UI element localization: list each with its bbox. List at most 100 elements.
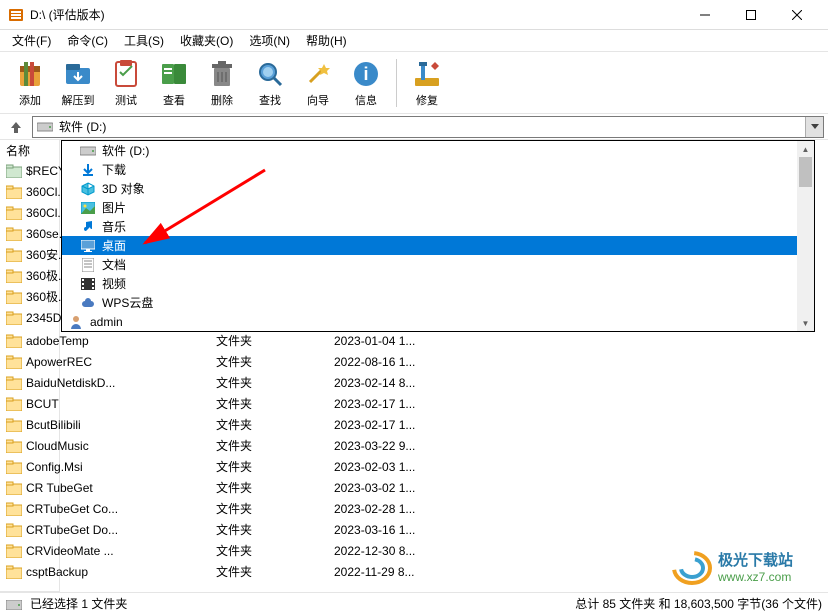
watermark-url: www.xz7.com [717, 570, 791, 584]
minimize-button[interactable] [682, 0, 728, 30]
find-label: 查找 [259, 92, 281, 108]
test-label: 测试 [115, 92, 137, 108]
dropdown-item-music[interactable]: 音乐 [62, 217, 814, 236]
info-icon: i [350, 58, 382, 90]
folder-icon [6, 227, 22, 241]
combo-arrow-icon[interactable] [805, 117, 823, 137]
repair-button[interactable]: 修复 [403, 56, 451, 110]
add-icon [14, 58, 46, 90]
dropdown-item-drive[interactable]: 软件 (D:) [62, 141, 814, 160]
add-button[interactable]: 添加 [6, 56, 54, 110]
menu-options[interactable]: 选项(N) [241, 30, 298, 51]
svg-text:i: i [363, 64, 368, 84]
wizard-icon [302, 58, 334, 90]
file-table: adobeTemp文件夹2023-01-04 1... ApowerREC文件夹… [0, 330, 828, 582]
folder-icon [6, 290, 22, 304]
download-icon [80, 162, 96, 178]
folder-icon [6, 418, 22, 432]
table-row[interactable]: CloudMusic文件夹2023-03-22 9... [0, 435, 828, 456]
delete-button[interactable]: 删除 [198, 56, 246, 110]
table-row[interactable]: CRTubeGet Co...文件夹2023-02-28 1... [0, 498, 828, 519]
folder-icon [6, 355, 22, 369]
scroll-down-icon[interactable]: ▼ [797, 315, 814, 331]
folder-icon [6, 565, 22, 579]
wizard-button[interactable]: 向导 [294, 56, 342, 110]
app-icon [8, 7, 24, 23]
documents-icon [80, 257, 96, 273]
folder-icon [6, 502, 22, 516]
dropdown-item-pictures[interactable]: 图片 [62, 198, 814, 217]
videos-icon [80, 276, 96, 292]
folder-icon [6, 185, 22, 199]
folder-icon [6, 376, 22, 390]
statusbar: 已经选择 1 文件夹 总计 85 文件夹 和 18,603,500 字节(36 … [0, 592, 828, 614]
folder-icon [6, 439, 22, 453]
table-row[interactable]: BaiduNetdiskD...文件夹2023-02-14 8... [0, 372, 828, 393]
toolbar: 添加 解压到 测试 查看 删除 查找 向导 i 信息 修复 [0, 52, 828, 114]
folder-icon [6, 206, 22, 220]
pathbar: 软件 (D:) [0, 114, 828, 140]
delete-label: 删除 [211, 92, 233, 108]
table-row[interactable]: Config.Msi文件夹2023-02-03 1... [0, 456, 828, 477]
pictures-icon [80, 200, 96, 216]
table-row[interactable]: BCUT文件夹2023-02-17 1... [0, 393, 828, 414]
dropdown-item-3d[interactable]: 3D 对象 [62, 179, 814, 198]
dropdown-scrollbar[interactable]: ▲ ▼ [797, 141, 814, 331]
table-row[interactable]: ApowerREC文件夹2022-08-16 1... [0, 351, 828, 372]
status-selection: 已经选择 1 文件夹 [30, 595, 127, 612]
info-label: 信息 [355, 92, 377, 108]
dropdown-item-downloads[interactable]: 下载 [62, 160, 814, 179]
window-title: D:\ (评估版本) [30, 6, 682, 23]
test-button[interactable]: 测试 [102, 56, 150, 110]
desktop-icon [80, 238, 96, 254]
table-row[interactable]: BcutBilibili文件夹2023-02-17 1... [0, 414, 828, 435]
toolbar-separator [396, 59, 397, 107]
dropdown-item-wps[interactable]: WPS云盘 [62, 293, 814, 312]
find-button[interactable]: 查找 [246, 56, 294, 110]
add-label: 添加 [19, 92, 41, 108]
folder-icon [6, 248, 22, 262]
menu-command[interactable]: 命令(C) [59, 30, 116, 51]
menu-favorites[interactable]: 收藏夹(O) [172, 30, 241, 51]
menu-help[interactable]: 帮助(H) [298, 30, 355, 51]
wizard-label: 向导 [307, 92, 329, 108]
extract-label: 解压到 [62, 92, 95, 108]
drive-icon [80, 143, 96, 159]
folder-icon [6, 269, 22, 283]
extract-icon [62, 58, 94, 90]
up-button[interactable] [4, 116, 28, 138]
drive-icon [37, 121, 53, 133]
menu-tools[interactable]: 工具(S) [116, 30, 172, 51]
menu-file[interactable]: 文件(F) [4, 30, 59, 51]
info-button[interactable]: i 信息 [342, 56, 390, 110]
scroll-thumb[interactable] [799, 157, 812, 187]
main-area: 名称 $RECYCLE.BIN 360Cl... 360Cl... 360se.… [0, 140, 828, 592]
dropdown-item-videos[interactable]: 视频 [62, 274, 814, 293]
table-row[interactable]: CR TubeGet文件夹2023-03-02 1... [0, 477, 828, 498]
cube-icon [80, 181, 96, 197]
path-dropdown: 软件 (D:) 下载 3D 对象 图片 音乐 桌面 文档 视频 WPS云盘 ad… [61, 140, 815, 332]
folder-icon [6, 544, 22, 558]
extract-button[interactable]: 解压到 [54, 56, 102, 110]
repair-label: 修复 [416, 92, 438, 108]
path-combobox[interactable]: 软件 (D:) [32, 116, 824, 138]
folder-icon [6, 164, 22, 178]
find-icon [254, 58, 286, 90]
view-icon [158, 58, 190, 90]
dropdown-item-user[interactable]: admin [62, 312, 814, 331]
titlebar: D:\ (评估版本) [0, 0, 828, 30]
folder-icon [6, 523, 22, 537]
delete-icon [206, 58, 238, 90]
table-row[interactable]: CRTubeGet Do...文件夹2023-03-16 1... [0, 519, 828, 540]
view-button[interactable]: 查看 [150, 56, 198, 110]
scroll-up-icon[interactable]: ▲ [797, 141, 814, 157]
folder-icon [6, 481, 22, 495]
maximize-button[interactable] [728, 0, 774, 30]
cloud-icon [80, 295, 96, 311]
user-icon [68, 314, 84, 330]
dropdown-item-documents[interactable]: 文档 [62, 255, 814, 274]
dropdown-item-desktop[interactable]: 桌面 [62, 236, 814, 255]
path-text: 软件 (D:) [59, 118, 106, 135]
close-button[interactable] [774, 0, 820, 30]
table-row[interactable]: adobeTemp文件夹2023-01-04 1... [0, 330, 828, 351]
